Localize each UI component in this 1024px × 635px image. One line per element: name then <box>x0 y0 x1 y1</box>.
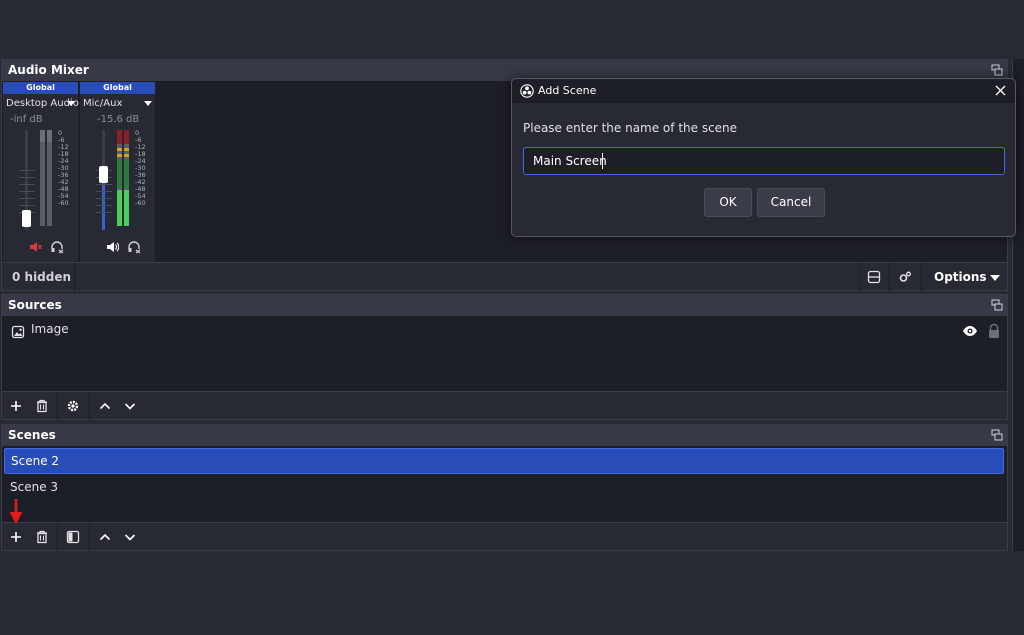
undock-icon[interactable] <box>991 429 1003 441</box>
strip-meter-area: 0 -6 -12 -18 -24 -30 -36 -42 -48 -54 -60 <box>3 130 78 236</box>
sources-list: Image <box>2 316 1007 390</box>
red-arrow-annotation-icon <box>9 499 23 525</box>
scenes-toolbar <box>2 522 1007 551</box>
volume-fader-handle[interactable] <box>99 166 108 183</box>
options-dropdown-icon <box>990 275 1000 281</box>
level-meter-left <box>40 130 45 226</box>
text-caret <box>602 153 603 169</box>
meter-scale: 0 -6 -12 -18 -24 -30 -36 -42 -48 -54 -60 <box>58 130 69 207</box>
strip-name-menu[interactable]: Mic/Aux <box>80 94 155 112</box>
add-source-plus-icon[interactable] <box>8 398 24 414</box>
strip-db-readout: -15.6 dB <box>97 114 140 125</box>
monitor-headphones-icon[interactable] <box>50 240 64 254</box>
scenes-title: Scenes <box>2 425 1007 446</box>
lock-icon[interactable] <box>987 322 1001 338</box>
scene-item[interactable]: Scene 3 <box>2 474 1007 501</box>
sources-title-text: Sources <box>8 298 62 312</box>
scene-name-input[interactable] <box>523 147 1005 175</box>
eye-visibility-icon[interactable] <box>962 322 978 338</box>
bottom-empty-area <box>0 553 1024 635</box>
source-item[interactable]: Image <box>2 316 1007 343</box>
obs-logo-icon <box>520 84 534 98</box>
audio-mixer-title-text: Audio Mixer <box>8 63 89 77</box>
mixer-strip-desktop-audio: Global Desktop Audio -inf dB 0 -6 -12 -1… <box>3 82 79 262</box>
strip-scope-label: Global <box>3 82 78 94</box>
scale-tick: -60 <box>58 199 69 207</box>
monitor-headphones-icon[interactable] <box>127 240 141 254</box>
move-down-chevron-icon[interactable] <box>122 529 138 545</box>
advanced-audio-gear-icon[interactable] <box>897 269 913 285</box>
scenes-title-text: Scenes <box>8 428 56 442</box>
image-icon <box>11 322 25 339</box>
sources-dock: Sources Image <box>1 294 1008 420</box>
speaker-icon[interactable] <box>105 240 120 254</box>
dialog-titlebar[interactable]: Add Scene <box>512 79 1015 103</box>
close-icon[interactable] <box>994 84 1007 97</box>
scale-tick: -60 <box>135 199 146 207</box>
remove-source-trash-icon[interactable] <box>34 398 50 414</box>
add-scene-plus-icon[interactable] <box>8 529 24 545</box>
move-up-chevron-icon[interactable] <box>97 529 113 545</box>
strip-meter-area: 0 -6 -12 -18 -24 -30 -36 -42 -48 -54 -60 <box>80 130 155 236</box>
dropdown-triangle-icon <box>67 101 75 106</box>
scenes-list: Scene 2 Scene 3 <box>2 448 1007 523</box>
mixer-footer: 0 hidden Options <box>2 262 1007 291</box>
strip-name-label: Mic/Aux <box>83 98 123 109</box>
top-empty-area <box>0 0 1024 58</box>
remove-scene-trash-icon[interactable] <box>34 529 50 545</box>
meter-scale: 0 -6 -12 -18 -24 -30 -36 -42 -48 -54 -60 <box>135 130 146 207</box>
sources-title: Sources <box>2 295 1007 316</box>
strip-icons <box>80 240 156 254</box>
move-up-chevron-icon[interactable] <box>97 398 113 414</box>
ok-button[interactable]: OK <box>704 188 752 217</box>
scene-item-selected[interactable]: Scene 2 <box>4 448 1004 474</box>
level-meter-right <box>47 130 52 226</box>
cancel-button[interactable]: Cancel <box>757 188 825 217</box>
scene-filters-icon[interactable] <box>65 529 81 545</box>
source-properties-gear-icon[interactable] <box>65 398 81 414</box>
level-meter-right <box>124 130 129 226</box>
undock-icon[interactable] <box>991 299 1003 311</box>
source-item-label: Image <box>31 322 69 336</box>
level-meter-left <box>117 130 122 226</box>
add-scene-dialog: Add Scene Please enter the name of the s… <box>511 78 1016 237</box>
strip-scope-label: Global <box>80 82 155 94</box>
hidden-count-label[interactable]: 0 hidden <box>12 270 71 284</box>
muted-speaker-icon[interactable] <box>28 240 42 254</box>
sources-toolbar <box>2 391 1007 420</box>
strip-name-menu[interactable]: Desktop Audio <box>3 94 79 112</box>
undock-icon[interactable] <box>991 64 1003 76</box>
options-button[interactable]: Options <box>934 270 987 284</box>
move-down-chevron-icon[interactable] <box>122 398 138 414</box>
layout-toggle-icon[interactable] <box>866 269 882 285</box>
dialog-prompt: Please enter the name of the scene <box>523 121 738 135</box>
volume-fader-handle[interactable] <box>22 210 31 227</box>
dropdown-triangle-icon <box>144 101 152 106</box>
dialog-title: Add Scene <box>538 84 597 97</box>
strip-db-readout: -inf dB <box>10 114 43 125</box>
strip-icons <box>3 240 79 254</box>
scenes-dock: Scenes Scene 2 Scene 3 <box>1 424 1008 551</box>
mixer-strip-mic-aux: Global Mic/Aux -15.6 dB 0 -6 -12 -18 -24… <box>80 82 156 262</box>
